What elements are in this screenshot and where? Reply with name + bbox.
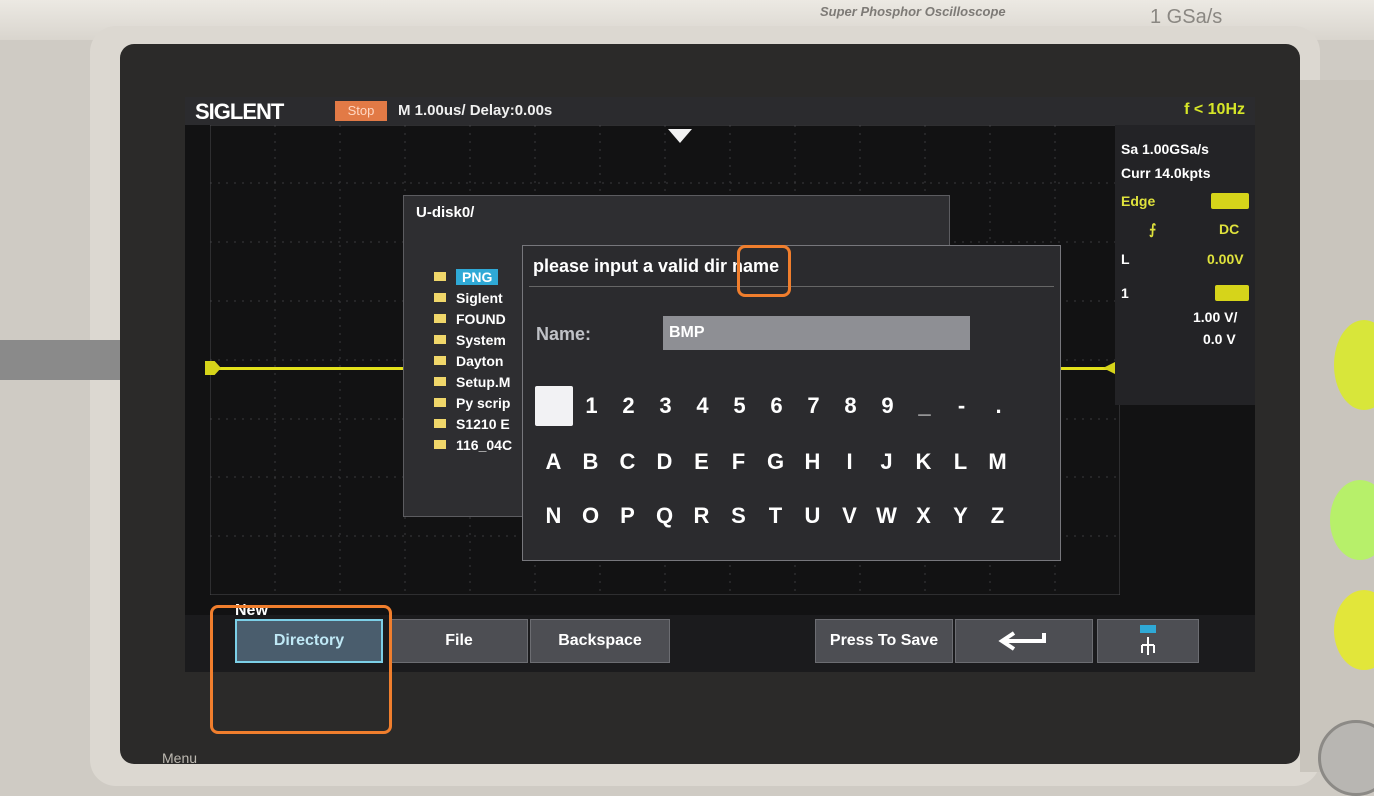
trigger-position-marker[interactable] (668, 129, 692, 143)
keyboard-key[interactable]: M (979, 442, 1016, 482)
keyboard-key[interactable]: I (831, 442, 868, 482)
keyboard-key[interactable]: X (905, 496, 942, 536)
keyboard-key[interactable]: Q (646, 496, 683, 536)
keyboard-key[interactable]: 1 (573, 386, 610, 426)
keyboard-key[interactable]: . (980, 386, 1017, 426)
keyboard-key[interactable]: T (757, 496, 794, 536)
keyboard-key[interactable] (535, 386, 573, 426)
folder-icon (434, 440, 446, 449)
trigger-coupling: DC (1219, 221, 1240, 237)
rising-edge-icon: ⨍ (1149, 221, 1157, 237)
directory-highlight-annotation (210, 605, 392, 734)
volts-per-div: 1.00 V/ (1193, 309, 1238, 325)
keyboard-key[interactable]: E (683, 442, 720, 482)
timebase-readout: M 1.00us/ Delay:0.00s (398, 102, 553, 119)
trigger-level-value: 0.00V (1207, 251, 1244, 267)
keyboard-key[interactable]: C (609, 442, 646, 482)
keyboard-key[interactable]: F (720, 442, 757, 482)
keyboard-key[interactable]: V (831, 496, 868, 536)
channel-offset: 0.0 V (1203, 331, 1236, 347)
list-item[interactable]: 116_04C (434, 434, 512, 455)
keyboard-key[interactable]: U (794, 496, 831, 536)
keyboard-row-2: A B C D E F G H I J K L M (535, 442, 1016, 482)
keyboard-key[interactable]: 9 (869, 386, 906, 426)
keyboard-row-1: 1 2 3 4 5 6 7 8 9 _ - . (535, 386, 1017, 426)
keyboard-key[interactable]: 8 (832, 386, 869, 426)
trigger-source-badge (1211, 193, 1249, 209)
keyboard-key[interactable]: H (794, 442, 831, 482)
run-status-badge: Stop (335, 101, 387, 121)
keyboard-key[interactable]: D (646, 442, 683, 482)
keyboard-key[interactable]: S (720, 496, 757, 536)
folder-icon (434, 398, 446, 407)
keyboard-key[interactable]: 2 (610, 386, 647, 426)
list-item[interactable]: Setup.M (434, 371, 512, 392)
frequency-readout: f < 10Hz (1184, 101, 1245, 118)
keyboard-key[interactable]: Z (979, 496, 1016, 536)
list-item[interactable]: FOUND (434, 308, 512, 329)
folder-icon (434, 293, 446, 302)
trigger-type: Edge (1121, 193, 1156, 209)
keyboard-key[interactable]: P (609, 496, 646, 536)
keyboard-key[interactable]: 6 (758, 386, 795, 426)
keyboard-key[interactable]: R (683, 496, 720, 536)
trigger-level-label: L (1121, 251, 1130, 267)
keyboard-key[interactable]: B (572, 442, 609, 482)
folder-icon (434, 314, 446, 323)
list-item[interactable]: System (434, 329, 512, 350)
usb-network-icon (1140, 625, 1156, 655)
keyboard-key[interactable]: N (535, 496, 572, 536)
right-info-panel: Sa 1.00GSa/s Curr 14.0kpts Edge ⨍ DC L 0… (1115, 125, 1255, 405)
keyboard-key[interactable]: W (868, 496, 905, 536)
file-list: PNG Siglent FOUND System Dayton Setup.M … (434, 266, 512, 455)
file-button[interactable]: File (390, 619, 528, 663)
brand-line: Super Phosphor Oscilloscope (820, 4, 1006, 19)
memory-depth-readout: Curr 14.0kpts (1121, 165, 1211, 181)
list-item[interactable]: Py scrip (434, 392, 512, 413)
folder-icon (434, 335, 446, 344)
status-bar: SIGLENT Stop M 1.00us/ Delay:0.00s f < 1… (185, 97, 1255, 125)
list-item[interactable]: Siglent (434, 287, 512, 308)
folder-icon (434, 377, 446, 386)
keyboard-key[interactable]: K (905, 442, 942, 482)
divider (529, 286, 1054, 287)
name-label: Name: (536, 324, 592, 344)
press-to-save-button[interactable]: Press To Save (815, 619, 953, 663)
dir-name-dialog: please input a valid dir name Name: BMP … (522, 245, 1061, 561)
keyboard-key[interactable]: 7 (795, 386, 832, 426)
keyboard-key[interactable]: O (572, 496, 609, 536)
siglent-logo: SIGLENT (195, 99, 284, 124)
keyboard-key[interactable]: Y (942, 496, 979, 536)
keyboard-key[interactable]: _ (906, 386, 943, 426)
menu-label: Menu (162, 750, 198, 766)
folder-icon (434, 419, 446, 428)
dir-highlight-annotation (737, 245, 791, 297)
scope-screen: SIGLENT Stop M 1.00us/ Delay:0.00s f < 1… (185, 97, 1255, 672)
keyboard-key[interactable]: - (943, 386, 980, 426)
folder-icon (434, 356, 446, 365)
list-item[interactable]: S1210 E (434, 413, 512, 434)
keyboard-key[interactable]: J (868, 442, 905, 482)
keyboard-key[interactable]: 3 (647, 386, 684, 426)
list-item[interactable]: PNG (434, 266, 512, 287)
return-arrow-icon (998, 631, 1046, 651)
file-browser-path: U-disk0/ (416, 204, 475, 221)
keyboard-key[interactable]: L (942, 442, 979, 482)
keyboard-key[interactable]: 5 (721, 386, 758, 426)
return-button[interactable] (955, 619, 1093, 663)
backspace-button[interactable]: Backspace (530, 619, 670, 663)
name-input[interactable]: BMP (663, 316, 970, 350)
cable (0, 340, 120, 380)
sample-rate-readout: Sa 1.00GSa/s (1121, 141, 1209, 157)
channel-number: 1 (1121, 285, 1129, 301)
folder-icon (434, 272, 446, 281)
keyboard-key[interactable]: 4 (684, 386, 721, 426)
channel-bandwidth-badge (1215, 285, 1249, 301)
usb-status-button[interactable] (1097, 619, 1199, 663)
list-item[interactable]: Dayton (434, 350, 512, 371)
keyboard-row-3: N O P Q R S T U V W X Y Z (535, 496, 1016, 536)
keyboard-key[interactable]: G (757, 442, 794, 482)
keyboard-key[interactable]: A (535, 442, 572, 482)
